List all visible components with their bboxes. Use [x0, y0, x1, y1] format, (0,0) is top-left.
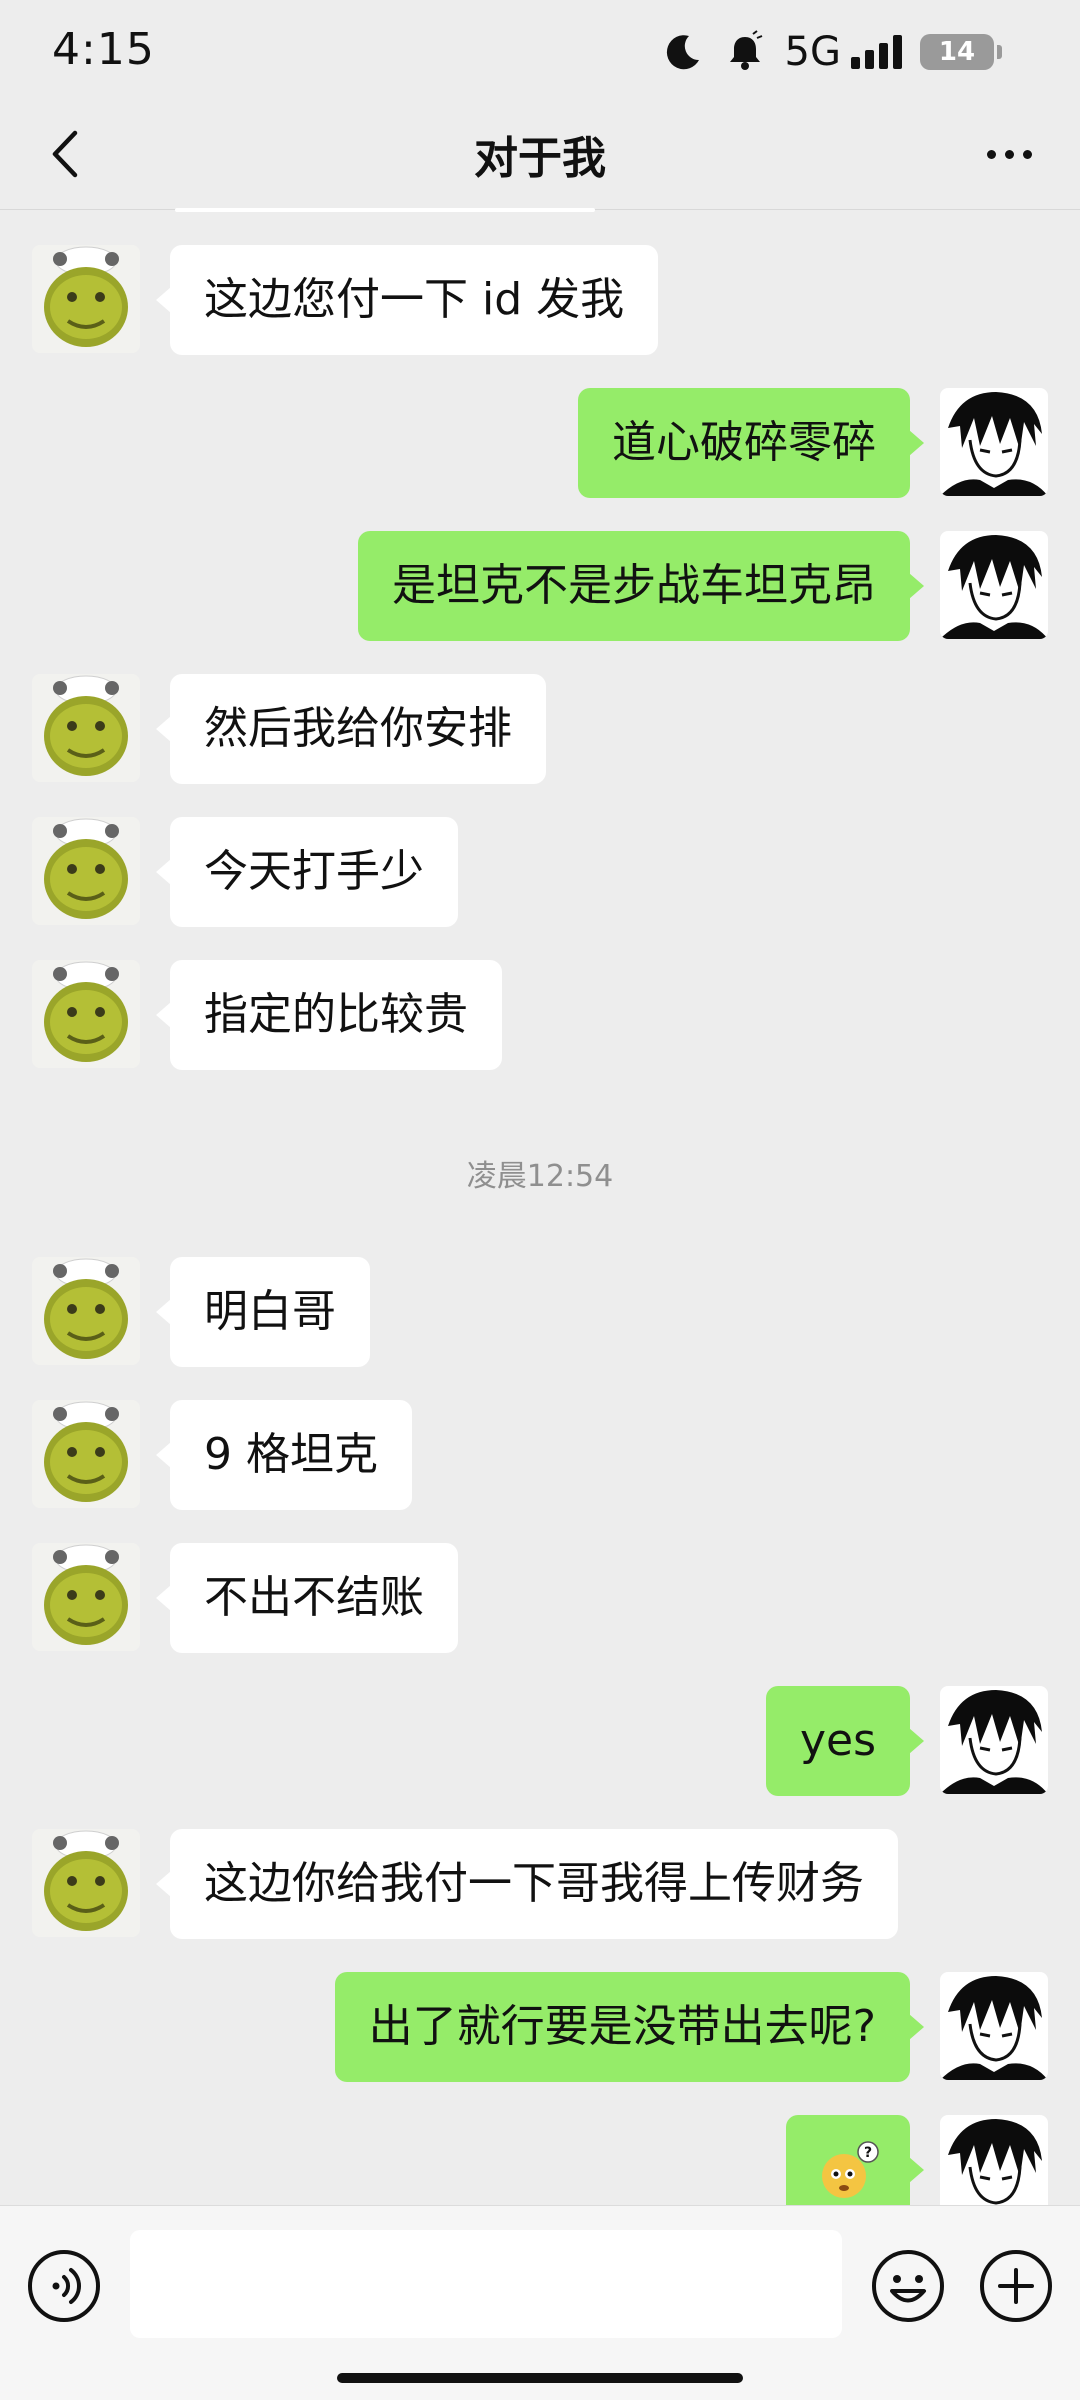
my-avatar[interactable]: [940, 388, 1048, 496]
nav-bar: 对于我: [0, 100, 1080, 210]
contact-avatar[interactable]: [32, 1543, 140, 1651]
message-bubble[interactable]: 这边你给我付一下哥我得上传财务: [156, 1829, 898, 1939]
message-bubble[interactable]: yes: [765, 1686, 925, 1796]
plus-icon[interactable]: [978, 2248, 1054, 2324]
more-button[interactable]: [974, 122, 1044, 186]
message-bubble[interactable]: 是坦克不是步战车坦克昂: [358, 531, 924, 641]
emoji-icon[interactable]: [870, 2248, 946, 2324]
moon-icon: [666, 35, 699, 70]
network-label: 5G: [784, 29, 841, 75]
my-avatar[interactable]: [940, 1686, 1048, 1794]
more-dots-icon: [986, 149, 996, 159]
message-bubble[interactable]: 不出不结账: [156, 1543, 458, 1653]
chat-title: 对于我: [474, 133, 606, 184]
signal-icon: [851, 35, 902, 69]
contact-avatar[interactable]: [32, 674, 140, 782]
contact-avatar[interactable]: [32, 960, 140, 1068]
battery-icon: 14: [920, 34, 994, 70]
svg-text:?: ?: [864, 2145, 872, 2161]
status-time: 4:15: [52, 24, 155, 75]
my-avatar[interactable]: [940, 531, 1048, 639]
voice-icon[interactable]: [26, 2248, 102, 2324]
contact-avatar[interactable]: [32, 1829, 140, 1937]
home-indicator: [337, 2373, 743, 2383]
contact-avatar[interactable]: [32, 817, 140, 925]
battery-level: 14: [938, 37, 976, 67]
my-avatar[interactable]: [940, 2115, 1048, 2205]
message-bubble[interactable]: 然后我给你安排: [156, 674, 546, 784]
confused-emoji-icon: ?: [822, 2141, 879, 2198]
message-input[interactable]: [130, 2230, 842, 2338]
timestamp: 凌晨12:54: [466, 1159, 614, 1194]
message-bubble[interactable]: 今天打手少: [156, 817, 458, 927]
message-bubble[interactable]: 这边您付一下 id 发我: [155, 245, 659, 355]
message-bubble[interactable]: 明白哥: [156, 1257, 370, 1367]
status-bar: 4:15 5G 14: [0, 0, 1080, 100]
input-bar: [0, 2205, 1080, 2400]
contact-avatar[interactable]: [32, 1257, 140, 1365]
status-icons: 5G 14: [661, 28, 1002, 76]
message-bubble[interactable]: 出了就行要是没带出去呢?: [334, 1972, 925, 2082]
contact-avatar[interactable]: [32, 1400, 140, 1508]
chat-area[interactable]: 这边您付一下 id 发我 道心破碎零碎 是坦克不是步战车坦克昂 然后我给你安排 …: [0, 211, 1080, 2205]
message-bubble[interactable]: 9 格坦克: [156, 1400, 412, 1510]
message-bubble[interactable]: 指定的比较贵: [156, 960, 502, 1070]
message-bubble[interactable]: 道心破碎零碎: [578, 388, 924, 498]
message-bubble[interactable]: ?: [786, 2115, 924, 2205]
bell-icon: [729, 30, 762, 70]
contact-avatar[interactable]: [32, 245, 140, 353]
battery-tip: [997, 45, 1002, 59]
my-avatar[interactable]: [940, 1972, 1048, 2080]
